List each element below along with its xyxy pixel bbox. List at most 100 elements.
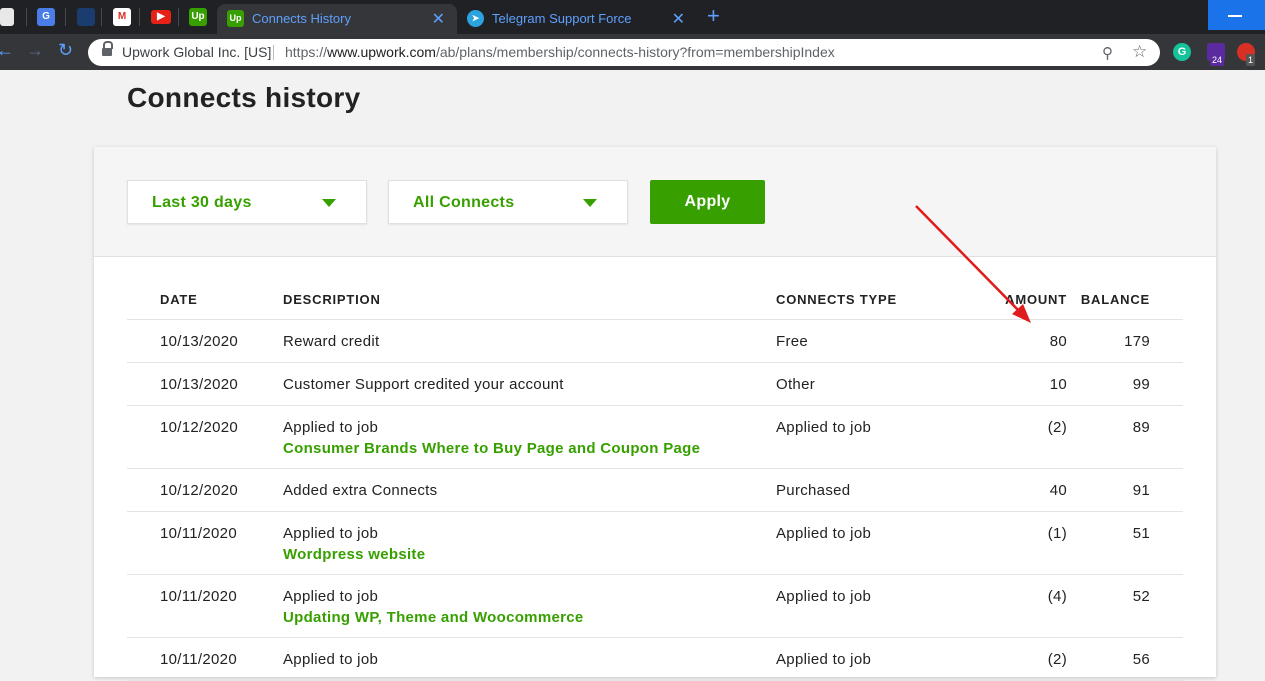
url-divider [273, 45, 274, 60]
row-description: Applied to job [283, 651, 378, 668]
row-description-text: Added extra Connects [283, 482, 438, 499]
extension-badge: 24 [1210, 54, 1225, 66]
table-row: 10/13/2020 Reward credit Free 80 179 [127, 320, 1183, 363]
period-select-value: Last 30 days [152, 194, 252, 211]
row-date: 10/11/2020 [160, 588, 237, 605]
row-description: Customer Support credited your account [283, 376, 564, 393]
row-date: 10/12/2020 [160, 419, 239, 436]
column-header-balance: BALANCE [1080, 292, 1150, 307]
apply-button[interactable]: Apply [650, 180, 765, 224]
row-balance: 179 [1124, 333, 1150, 350]
zoom-icon[interactable]: ⚲ [1102, 44, 1113, 62]
page-title: Connects history [127, 82, 361, 113]
row-description-text: Applied to job [283, 588, 379, 605]
row-date: 10/11/2020 [160, 525, 237, 542]
chat-icon[interactable] [0, 8, 14, 26]
row-balance: 51 [1132, 525, 1150, 542]
forward-arrow-icon[interactable]: → [26, 40, 44, 61]
tab-telegram-support-force[interactable]: ➤ Telegram Support Force ✕ [457, 4, 697, 34]
row-description: Applied to job Updating WP, Theme and Woo… [283, 588, 584, 626]
row-description-text: Applied to job [283, 419, 379, 436]
new-tab-icon[interactable]: + [707, 3, 720, 29]
upwork-icon[interactable]: Up [189, 8, 207, 26]
reload-icon[interactable]: ↻ [58, 40, 73, 61]
tab-close-icon[interactable]: ✕ [432, 9, 445, 29]
row-connects-type: Other [776, 376, 816, 393]
minimize-window-button[interactable] [1208, 0, 1265, 30]
row-connects-type: Applied to job [776, 588, 872, 605]
address-bar[interactable]: Upwork Global Inc. [US] https://www.upwo… [88, 39, 1160, 66]
row-connects-type: Free [776, 333, 809, 350]
url-text[interactable]: https://www.upwork.com/ab/plans/membersh… [285, 44, 835, 60]
row-description-text: Customer Support credited your account [283, 376, 564, 393]
gmail-icon[interactable]: M [113, 8, 131, 26]
row-date: 10/11/2020 [160, 651, 237, 668]
row-connects-type: Applied to job [776, 419, 872, 436]
row-amount: 10 [1049, 376, 1067, 393]
table-row: 10/13/2020 Customer Support credited your… [127, 363, 1183, 406]
youtube-icon[interactable]: ▶ [151, 10, 171, 24]
column-header-connects-type: CONNECTS TYPE [776, 292, 897, 307]
tab-connects-history[interactable]: Up Connects History ✕ [217, 4, 457, 34]
table-body: 10/13/2020 Reward credit Free 80 179 10/13/20… [127, 320, 1183, 681]
table-row: 10/12/2020 Applied to job Consumer Brands … [127, 406, 1183, 469]
row-amount: 80 [1049, 333, 1067, 350]
job-link[interactable]: Wordpress website [283, 546, 425, 563]
tab-close-icon[interactable]: ✕ [672, 9, 685, 29]
row-date: 10/12/2020 [160, 482, 239, 499]
browser-toolbar: ← → ↻ Upwork Global Inc. [US] https://ww… [0, 34, 1265, 70]
connects-type-select[interactable]: All Connects [388, 180, 628, 224]
row-balance: 99 [1132, 376, 1150, 393]
row-description-text: Applied to job [283, 525, 379, 542]
tab-separator [178, 8, 179, 26]
chevron-down-icon [322, 199, 336, 207]
bookmark-star-icon[interactable]: ☆ [1132, 42, 1147, 62]
site-identity[interactable]: Upwork Global Inc. [US] [122, 44, 271, 60]
row-amount: 40 [1049, 482, 1067, 499]
lock-icon [102, 41, 113, 57]
row-date: 10/13/2020 [160, 376, 239, 393]
table-row: 10/11/2020 Applied to job Applied to job (2… [127, 638, 1183, 681]
row-description: Reward credit [283, 333, 379, 350]
filter-bar: Last 30 days All Connects Apply [94, 147, 1216, 257]
column-header-date: DATE [160, 292, 198, 307]
job-link[interactable]: Consumer Brands Where to Buy Page and Co… [283, 440, 700, 457]
bug-icon[interactable] [77, 8, 95, 26]
row-amount: (2) [1047, 419, 1067, 436]
tab-separator [65, 8, 66, 26]
telegram-icon: ➤ [467, 10, 484, 27]
row-description: Added extra Connects [283, 482, 437, 499]
row-amount: (1) [1047, 525, 1067, 542]
translate-icon[interactable]: G [37, 8, 55, 26]
row-date: 10/13/2020 [160, 333, 239, 350]
extension-badge: 1 [1246, 54, 1256, 66]
column-header-amount: AMOUNT [1005, 292, 1067, 307]
connects-history-table: DATE DESCRIPTION CONNECTS TYPE AMOUNT BA… [127, 257, 1183, 681]
row-balance: 91 [1132, 482, 1150, 499]
row-description: Applied to job Wordpress website [283, 525, 425, 563]
tab-separator [101, 8, 102, 26]
table-row: 10/11/2020 Applied to job Wordpress websit… [127, 512, 1183, 575]
period-select[interactable]: Last 30 days [127, 180, 367, 224]
row-description-text: Applied to job [283, 651, 379, 668]
tab-separator [139, 8, 140, 26]
row-description-text: Reward credit [283, 333, 380, 350]
row-amount: (2) [1047, 651, 1067, 668]
row-balance: 56 [1132, 651, 1150, 668]
table-row: 10/12/2020 Added extra Connects Purchased 4… [127, 469, 1183, 512]
column-header-description: DESCRIPTION [283, 292, 381, 307]
tab-title: Connects History [252, 11, 351, 26]
connects-history-card: Last 30 days All Connects Apply DATE DES… [94, 147, 1216, 681]
row-connects-type: Applied to job [776, 525, 872, 542]
row-connects-type: Applied to job [776, 651, 872, 668]
table-header: DATE DESCRIPTION CONNECTS TYPE AMOUNT BA… [127, 257, 1183, 320]
tab-title: Telegram Support Force [492, 11, 632, 26]
row-balance: 52 [1132, 588, 1150, 605]
browser-tab-bar: G M ▶ Up Up Connects History ✕ ➤ Telegra… [0, 0, 1265, 34]
job-link[interactable]: Updating WP, Theme and Woocommerce [283, 609, 584, 626]
row-amount: (4) [1047, 588, 1067, 605]
back-arrow-icon[interactable]: ← [0, 40, 14, 61]
grammarly-icon[interactable]: G [1173, 43, 1191, 61]
row-balance: 89 [1132, 419, 1150, 436]
row-connects-type: Purchased [776, 482, 851, 499]
